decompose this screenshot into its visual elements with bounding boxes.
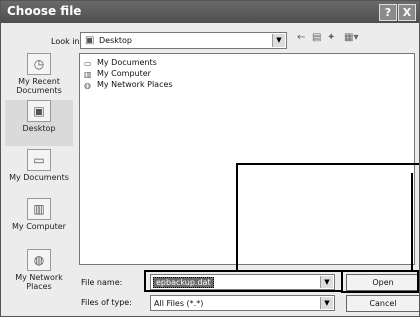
place-label: My Documents: [9, 173, 69, 182]
look-in-dropdown[interactable]: ▣ Desktop ▼: [80, 32, 287, 49]
desktop-icon: ▣: [27, 100, 51, 122]
new-folder-icon[interactable]: ✦: [327, 32, 335, 43]
list-item-label: My Documents: [97, 58, 157, 67]
look-in-label: Look in:: [51, 37, 83, 46]
place-my-network-places[interactable]: ◍ My Network Places: [5, 249, 73, 304]
network-places-icon: ◍: [84, 81, 91, 90]
files-of-type-value: All Files (*.*): [154, 299, 204, 308]
up-folder-icon[interactable]: ▤: [312, 32, 321, 43]
title-bar[interactable]: Choose file ? X: [1, 1, 419, 23]
network-places-icon: ◍: [27, 249, 51, 271]
files-of-type-dropdown[interactable]: All Files (*.*) ▼: [150, 295, 335, 311]
back-arrow-icon[interactable]: ←: [297, 32, 305, 43]
clock-document-icon: ◷: [27, 53, 51, 75]
choose-file-dialog: Choose file ? X Look in: ▣ Desktop ▼ ← ▤…: [0, 0, 420, 317]
computer-icon: ▥: [27, 198, 51, 220]
callout-line-horizontal: [236, 163, 419, 165]
views-menu-icon[interactable]: ▦▾: [344, 32, 358, 43]
place-desktop[interactable]: ▣ Desktop: [5, 100, 73, 146]
place-label: My Computer: [12, 222, 66, 231]
file-name-label: File name:: [81, 278, 123, 287]
documents-folder-icon: ▭: [27, 149, 51, 171]
window-title: Choose file: [7, 4, 82, 18]
close-button[interactable]: X: [398, 4, 416, 21]
place-label: My Recent Documents: [16, 77, 62, 95]
open-button-callout-box: [341, 270, 419, 293]
list-item-label: My Computer: [97, 69, 151, 78]
file-name-callout-box: [144, 270, 343, 292]
cancel-button-label: Cancel: [369, 299, 397, 308]
list-item[interactable]: ◍ My Network Places: [84, 80, 173, 90]
file-list[interactable]: ▭ My Documents ▥ My Computer ◍ My Network P…: [79, 53, 415, 265]
files-of-type-label: Files of type:: [81, 298, 132, 307]
list-item[interactable]: ▭ My Documents: [84, 58, 157, 68]
place-my-computer[interactable]: ▥ My Computer: [5, 198, 73, 244]
list-item[interactable]: ▥ My Computer: [84, 69, 151, 79]
computer-icon: ▥: [84, 70, 92, 79]
cancel-button[interactable]: Cancel: [346, 295, 419, 312]
help-button[interactable]: ?: [379, 4, 397, 21]
place-my-recent-documents[interactable]: ◷ My Recent Documents: [5, 53, 73, 97]
desktop-icon: ▣: [85, 35, 95, 46]
look-in-value: Desktop: [99, 36, 132, 45]
places-bar: ◷ My Recent Documents ▣ Desktop ▭ My Doc…: [5, 53, 73, 315]
list-item-label: My Network Places: [97, 80, 173, 89]
place-label: Desktop: [22, 124, 56, 133]
callout-line-vertical: [236, 163, 238, 271]
chevron-down-icon[interactable]: ▼: [272, 34, 285, 47]
place-my-documents[interactable]: ▭ My Documents: [5, 149, 73, 195]
documents-folder-icon: ▭: [84, 59, 92, 68]
chevron-down-icon[interactable]: ▼: [320, 297, 333, 309]
place-label: My Network Places: [15, 273, 63, 291]
callout-line-right: [411, 173, 413, 271]
